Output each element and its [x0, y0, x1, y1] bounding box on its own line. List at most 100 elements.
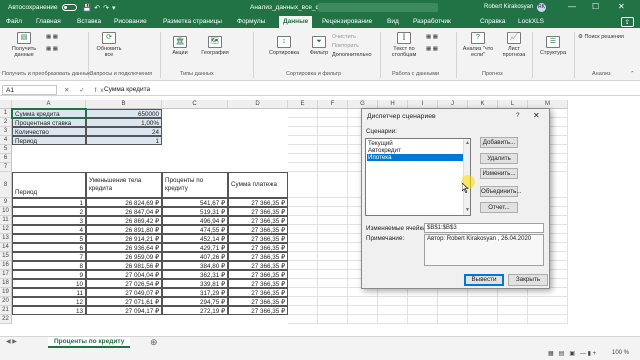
- scenario-item[interactable]: Автокредит: [367, 147, 464, 154]
- get-data-button[interactable]: ▤ Получить данные: [6, 32, 42, 58]
- tab-insert[interactable]: Вставка: [77, 18, 101, 25]
- table-cell[interactable]: 26 891,80 ₽: [86, 225, 162, 234]
- table-cell[interactable]: 496,94 ₽: [162, 216, 228, 225]
- tab-developer[interactable]: Разработчик: [413, 18, 451, 25]
- row-header[interactable]: 7: [0, 163, 12, 172]
- row-header[interactable]: 10: [0, 207, 12, 216]
- grid-cell[interactable]: [318, 225, 348, 234]
- grid-cell[interactable]: [288, 109, 318, 118]
- tab-formulas[interactable]: Формулы: [237, 18, 265, 25]
- column-header[interactable]: D: [228, 100, 288, 109]
- data-validation-icon[interactable]: ▦ ▦: [426, 46, 438, 52]
- table-cell[interactable]: 272,19 ₽: [162, 306, 228, 315]
- table-cell[interactable]: 339,81 ₽: [162, 279, 228, 288]
- grid-cell[interactable]: [288, 225, 318, 234]
- grid-cell[interactable]: [378, 288, 408, 297]
- what-if-analysis-button[interactable]: ? Анализ "что если": [460, 32, 496, 58]
- table-cell[interactable]: 27 049,07 ₽: [86, 288, 162, 297]
- grid-cell[interactable]: [318, 261, 348, 270]
- table-header-cell[interactable]: Период: [12, 172, 86, 198]
- table-cell[interactable]: 27 004,04 ₽: [86, 270, 162, 279]
- row-header[interactable]: 17: [0, 270, 12, 279]
- tab-file[interactable]: Файл: [6, 18, 22, 25]
- grid-cell[interactable]: [288, 145, 318, 154]
- outline-button[interactable]: ☰ Структура: [536, 36, 570, 56]
- grid-cell[interactable]: [438, 306, 468, 315]
- table-cell[interactable]: 27 366,35 ₽: [228, 288, 288, 297]
- grid-cell[interactable]: [498, 315, 528, 324]
- advanced-button[interactable]: Дополнительно: [332, 52, 372, 58]
- grid-cell[interactable]: [288, 279, 318, 288]
- grid-cell[interactable]: [318, 198, 348, 207]
- scenario-item-selected[interactable]: Ипотека: [367, 154, 464, 161]
- table-cell[interactable]: 3: [12, 216, 86, 225]
- grid-cell[interactable]: [528, 288, 568, 297]
- grid-cell[interactable]: [288, 172, 318, 198]
- table-cell[interactable]: 407,26 ₽: [162, 252, 228, 261]
- view-mode-icons[interactable]: ▦▤▣: [548, 350, 580, 357]
- grid-cell[interactable]: [288, 261, 318, 270]
- formula-controls[interactable]: ✕ ✓ fx: [64, 86, 108, 94]
- grid-cell[interactable]: [528, 306, 568, 315]
- scroll-up-icon[interactable]: ▲: [465, 140, 470, 146]
- grid-cell[interactable]: [288, 315, 318, 324]
- tab-home[interactable]: Главная: [36, 18, 61, 25]
- grid-cell[interactable]: [408, 297, 438, 306]
- table-cell[interactable]: 27 366,35 ₽: [228, 225, 288, 234]
- grid-cell[interactable]: [318, 270, 348, 279]
- row-header[interactable]: 18: [0, 279, 12, 288]
- help-icon[interactable]: ?: [516, 112, 520, 119]
- grid-cell[interactable]: [468, 306, 498, 315]
- param-value-cell[interactable]: 1: [86, 136, 162, 145]
- row-header[interactable]: 11: [0, 216, 12, 225]
- param-label-cell[interactable]: Процентная ставка: [12, 118, 86, 127]
- report-button[interactable]: Отчет...: [480, 202, 518, 213]
- tab-draw[interactable]: Рисование: [114, 18, 147, 25]
- table-cell[interactable]: 10: [12, 279, 86, 288]
- grid-cell[interactable]: [348, 306, 378, 315]
- table-cell[interactable]: 384,80 ₽: [162, 261, 228, 270]
- zoom-slider[interactable]: — ▮ +: [580, 350, 596, 357]
- close-icon[interactable]: ✕: [618, 2, 625, 11]
- grid-cell[interactable]: [288, 127, 318, 136]
- grid-cell[interactable]: [318, 216, 348, 225]
- grid-cell[interactable]: [288, 270, 318, 279]
- row-header[interactable]: 21: [0, 306, 12, 315]
- row-header[interactable]: 14: [0, 243, 12, 252]
- forecast-sheet-button[interactable]: 📈 Лист прогноза: [498, 32, 530, 58]
- grid-cell[interactable]: [498, 306, 528, 315]
- grid-cell[interactable]: [378, 297, 408, 306]
- row-header[interactable]: 4: [0, 136, 12, 145]
- formula-input[interactable]: Сумма кредита: [104, 86, 150, 93]
- share-icon[interactable]: ⇪: [620, 17, 634, 27]
- edit-button[interactable]: Изменить...: [480, 168, 518, 179]
- table-cell[interactable]: 27 366,35 ₽: [228, 306, 288, 315]
- table-cell[interactable]: 26 936,64 ₽: [86, 243, 162, 252]
- grid-cell[interactable]: [318, 252, 348, 261]
- grid-cell[interactable]: [318, 127, 348, 136]
- table-cell[interactable]: 429,71 ₽: [162, 243, 228, 252]
- solver-button[interactable]: ⚙ Поиск решения: [578, 34, 624, 40]
- zoom-level[interactable]: 100 %: [612, 350, 629, 356]
- table-cell[interactable]: 4: [12, 225, 86, 234]
- tab-view[interactable]: Вид: [387, 18, 399, 25]
- table-cell[interactable]: 519,31 ₽: [162, 207, 228, 216]
- table-cell[interactable]: 12: [12, 297, 86, 306]
- table-cell[interactable]: 27 366,35 ₽: [228, 252, 288, 261]
- grid-cell[interactable]: [318, 297, 348, 306]
- row-header[interactable]: 19: [0, 288, 12, 297]
- table-cell[interactable]: 26 824,69 ₽: [86, 198, 162, 207]
- grid-cell[interactable]: [288, 234, 318, 243]
- row-header[interactable]: 3: [0, 127, 12, 136]
- grid-cell[interactable]: [468, 315, 498, 324]
- table-cell[interactable]: 8: [12, 261, 86, 270]
- table-cell[interactable]: 26 981,56 ₽: [86, 261, 162, 270]
- quick-access-toolbar[interactable]: 💾↶↷▾: [83, 4, 119, 12]
- table-cell[interactable]: 541,67 ₽: [162, 198, 228, 207]
- from-text-icon[interactable]: ▦ ▦: [46, 34, 58, 40]
- dialog-close-icon[interactable]: ✕: [533, 111, 540, 120]
- table-cell[interactable]: 27 366,35 ₽: [228, 297, 288, 306]
- row-header[interactable]: 12: [0, 225, 12, 234]
- grid-cell[interactable]: [528, 315, 568, 324]
- table-cell[interactable]: 27 366,35 ₽: [228, 261, 288, 270]
